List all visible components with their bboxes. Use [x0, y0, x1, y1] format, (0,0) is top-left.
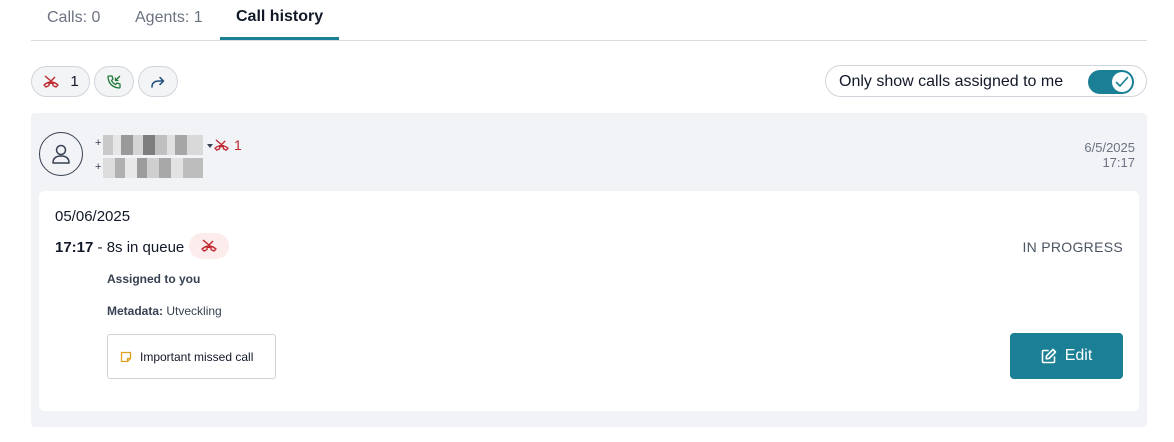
tab-agents[interactable]: Agents: 1 [135, 9, 203, 27]
missed-call-icon [43, 74, 60, 88]
assigned-filter-label: Only show calls assigned to me [839, 73, 1064, 90]
user-icon [52, 144, 70, 164]
edit-button-label: Edit [1064, 347, 1093, 364]
caller-numbers: + + 1 [95, 131, 255, 181]
queue-duration: - 8s in queue [93, 239, 185, 256]
caller-avatar [39, 132, 83, 176]
sticky-note-icon [120, 351, 132, 362]
metadata-text: Metadata: Utveckling [107, 304, 222, 318]
missed-call-icon [214, 138, 229, 151]
note-text: Important missed call [140, 349, 254, 364]
toggle-knob [1112, 72, 1132, 92]
check-icon [1115, 76, 1129, 87]
missed-calls-filter[interactable]: 1 [31, 66, 90, 97]
missed-call-icon [201, 239, 217, 252]
tab-calls[interactable]: Calls: 0 [47, 9, 100, 27]
incoming-calls-filter[interactable] [94, 66, 134, 97]
forwarded-calls-filter[interactable] [138, 66, 178, 97]
tab-bar: Calls: 0 Agents: 1 Call history [31, 0, 1147, 41]
edit-button[interactable]: Edit [1010, 333, 1123, 379]
redacted-callee-number [103, 158, 203, 178]
missed-count-badge: 1 [70, 73, 79, 90]
call-date: 6/5/2025 [1084, 140, 1135, 155]
call-time: 17:17 [1102, 155, 1135, 170]
metadata-label: Metadata: [107, 304, 164, 318]
edit-icon [1041, 348, 1057, 364]
metadata-value: Utveckling [166, 304, 222, 318]
tab-call-history[interactable]: Call history [236, 8, 323, 26]
assignment-text: Assigned to you [107, 272, 201, 286]
missed-call-tag: 1 [213, 137, 242, 153]
detail-queue-line: 17:17 - 8s in queue [55, 239, 184, 256]
missed-call-count: 1 [234, 137, 242, 153]
call-timestamp: 6/5/2025 17:17 [1084, 140, 1135, 170]
active-tab-indicator [220, 37, 339, 40]
missed-status-pill [189, 233, 229, 259]
caller-number-prefix: + [95, 137, 102, 149]
redacted-caller-number [103, 135, 203, 155]
call-note[interactable]: Important missed call [107, 334, 276, 379]
call-history-item[interactable]: + + 1 6/5/2025 17:17 05/06/2025 17:17 - … [31, 113, 1147, 427]
detail-time: 17:17 [55, 239, 94, 256]
call-detail-panel: 05/06/2025 17:17 - 8s in queue IN PROGRE… [39, 191, 1139, 411]
assigned-filter: Only show calls assigned to me [825, 65, 1147, 97]
forward-icon [151, 76, 165, 88]
incoming-call-icon [107, 74, 121, 89]
call-status: IN PROGRESS [1022, 239, 1123, 255]
assigned-toggle[interactable] [1088, 70, 1134, 94]
callee-number-prefix: + [95, 161, 102, 173]
detail-date: 05/06/2025 [55, 208, 131, 225]
